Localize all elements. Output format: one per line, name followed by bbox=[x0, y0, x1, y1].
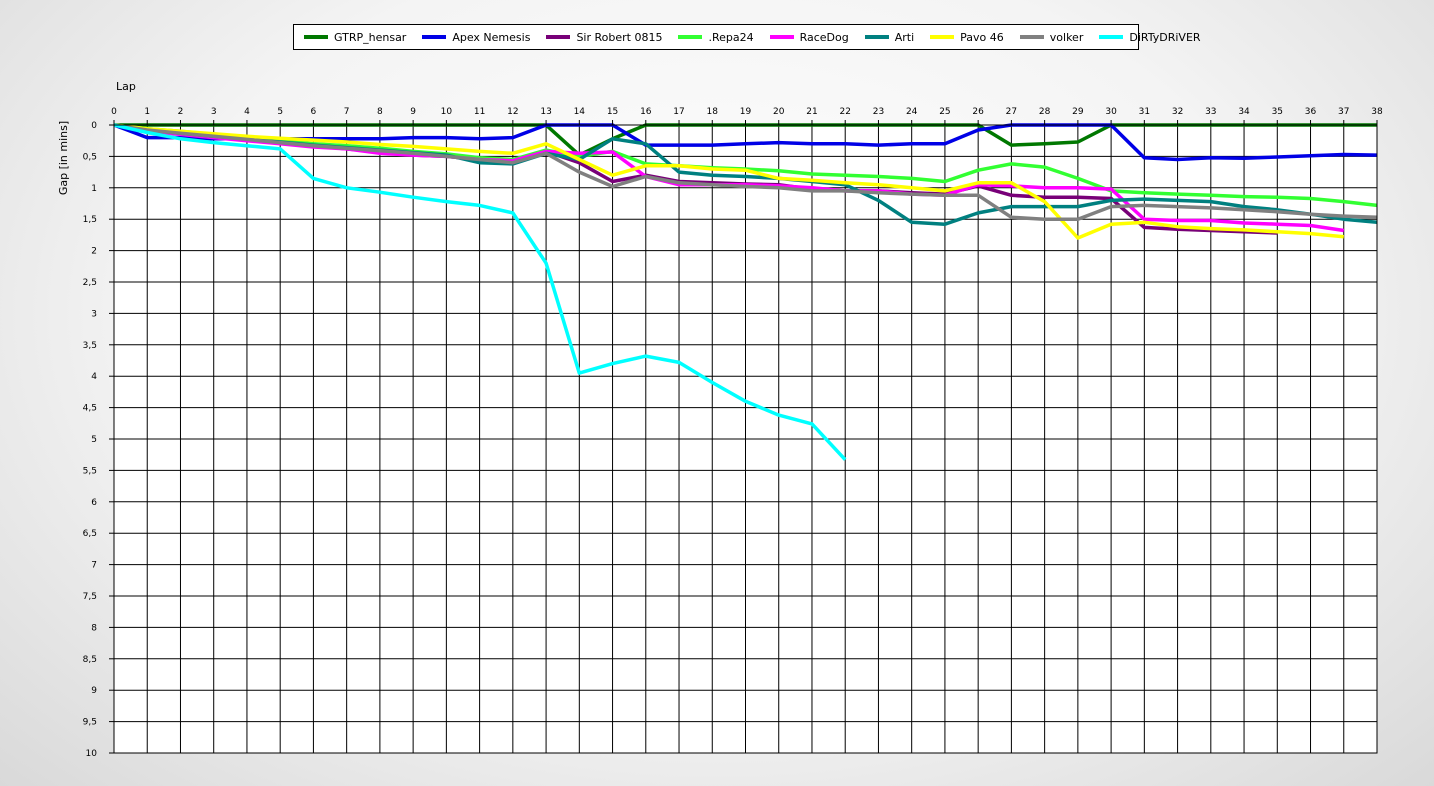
y-tick-label: 10 bbox=[86, 749, 98, 759]
x-tick-label: 35 bbox=[1272, 107, 1283, 117]
y-tick-label: 9,5 bbox=[83, 718, 97, 728]
y-tick-label: 0 bbox=[91, 121, 97, 131]
y-tick-label: 5 bbox=[91, 435, 97, 445]
x-tick-label: 10 bbox=[441, 107, 453, 117]
y-tick-label: 3 bbox=[91, 309, 97, 319]
x-tick-label: 8 bbox=[377, 107, 383, 117]
legend-label: GTRP_hensar bbox=[334, 30, 407, 44]
x-tick-label: 15 bbox=[607, 107, 618, 117]
x-tick-label: 9 bbox=[410, 107, 416, 117]
y-tick-label: 3,5 bbox=[83, 341, 97, 351]
legend-item: Apex Nemesis bbox=[422, 31, 530, 44]
legend-label: .Repa24 bbox=[708, 30, 754, 44]
x-tick-label: 33 bbox=[1205, 107, 1216, 117]
y-tick-label: 0,5 bbox=[83, 152, 97, 162]
legend-label: Apex Nemesis bbox=[452, 30, 531, 44]
y-tick-label: 5,5 bbox=[83, 466, 97, 476]
x-tick-label: 3 bbox=[211, 107, 217, 117]
legend-label: DiRTyDRiVER bbox=[1129, 30, 1201, 44]
x-tick-label: 30 bbox=[1105, 107, 1117, 117]
legend-swatch bbox=[678, 35, 703, 39]
legend-item: GTRP_hensar bbox=[304, 31, 406, 44]
y-tick-label: 7,5 bbox=[83, 592, 97, 602]
legend-label: RaceDog bbox=[799, 30, 849, 44]
gap-chart: 0 1 2 3 4 5 6 7 8 9 10 11 12 13 14 15 16 17 18 19 20 21 22 23 24… bbox=[57, 80, 1383, 759]
legend-label: Pavo 46 bbox=[960, 30, 1004, 44]
legend-swatch bbox=[769, 35, 794, 39]
legend-item: RaceDog bbox=[769, 30, 849, 44]
legend-swatch bbox=[304, 35, 328, 39]
y-tick-label: 4 bbox=[91, 372, 97, 382]
y-tick-label: 6 bbox=[91, 498, 97, 508]
y-tick-label: 1 bbox=[91, 184, 97, 194]
x-tick-label: 22 bbox=[839, 107, 850, 117]
y-axis-title: Gap [in mins] bbox=[57, 121, 70, 195]
legend-swatch bbox=[1019, 35, 1044, 39]
legend-item: volker bbox=[1019, 30, 1084, 44]
legend-swatch bbox=[930, 35, 955, 39]
x-tick-label: 24 bbox=[906, 107, 918, 117]
y-tick-label: 9 bbox=[91, 686, 97, 696]
legend-item: DiRTyDRiVER bbox=[1099, 30, 1201, 44]
x-tick-label: 13 bbox=[540, 107, 551, 117]
y-tick-label: 2,5 bbox=[83, 278, 97, 288]
y-tick-label: 1,5 bbox=[83, 215, 97, 225]
y-tick-label: 4,5 bbox=[83, 404, 97, 414]
legend-item: Sir Robert 0815 bbox=[546, 31, 662, 44]
legend-label: Arti bbox=[894, 30, 915, 44]
x-tick-label: 38 bbox=[1371, 107, 1383, 117]
x-tick-label: 2 bbox=[178, 107, 184, 117]
legend-item: Arti bbox=[864, 30, 915, 44]
x-tick-label: 37 bbox=[1338, 107, 1349, 117]
y-tick-label: 6,5 bbox=[83, 529, 97, 539]
x-tick-label: 4 bbox=[244, 107, 250, 117]
x-tick-label: 19 bbox=[740, 107, 752, 117]
legend-swatch bbox=[864, 35, 889, 39]
x-tick-label: 25 bbox=[939, 107, 950, 117]
legend-swatch bbox=[422, 35, 447, 39]
legend-item: Pavo 46 bbox=[930, 31, 1004, 44]
x-tick-label: 16 bbox=[640, 107, 652, 117]
x-axis-title: Lap bbox=[116, 80, 136, 93]
legend-item: .Repa24 bbox=[678, 30, 754, 44]
x-tick-label: 32 bbox=[1172, 107, 1183, 117]
y-tick-label: 7 bbox=[91, 561, 97, 571]
legend-swatch bbox=[546, 35, 571, 39]
x-tick-label: 7 bbox=[344, 107, 350, 117]
x-tick-label: 34 bbox=[1238, 107, 1250, 117]
legend-swatch bbox=[1099, 35, 1124, 39]
x-tick-label: 36 bbox=[1305, 107, 1317, 117]
x-tick-label: 28 bbox=[1039, 107, 1051, 117]
x-tick-label: 18 bbox=[707, 107, 719, 117]
legend-label: Sir Robert 0815 bbox=[576, 30, 663, 44]
x-tick-label: 11 bbox=[474, 107, 485, 117]
y-tick-label: 8 bbox=[91, 623, 97, 633]
x-tick-label: 6 bbox=[311, 107, 317, 117]
x-tick-label: 1 bbox=[144, 107, 150, 117]
y-tick-label: 8,5 bbox=[83, 655, 97, 665]
x-tick-label: 31 bbox=[1139, 107, 1150, 117]
x-tick-label: 5 bbox=[277, 107, 283, 117]
y-tick-label: 2 bbox=[91, 247, 97, 257]
legend-label: volker bbox=[1049, 30, 1084, 44]
x-tick-label: 27 bbox=[1006, 107, 1017, 117]
x-tick-label: 23 bbox=[873, 107, 884, 117]
x-tick-label: 29 bbox=[1072, 107, 1084, 117]
x-tick-label: 26 bbox=[972, 107, 984, 117]
x-tick-label: 21 bbox=[806, 107, 817, 117]
x-tick-label: 20 bbox=[773, 107, 785, 117]
x-tick-label: 0 bbox=[111, 107, 117, 117]
x-tick-label: 14 bbox=[574, 107, 586, 117]
x-tick-label: 17 bbox=[673, 107, 684, 117]
legend: GTRP_hensar Apex Nemesis Sir Robert 0815 .R… bbox=[293, 24, 1201, 50]
x-tick-label: 12 bbox=[507, 107, 518, 117]
